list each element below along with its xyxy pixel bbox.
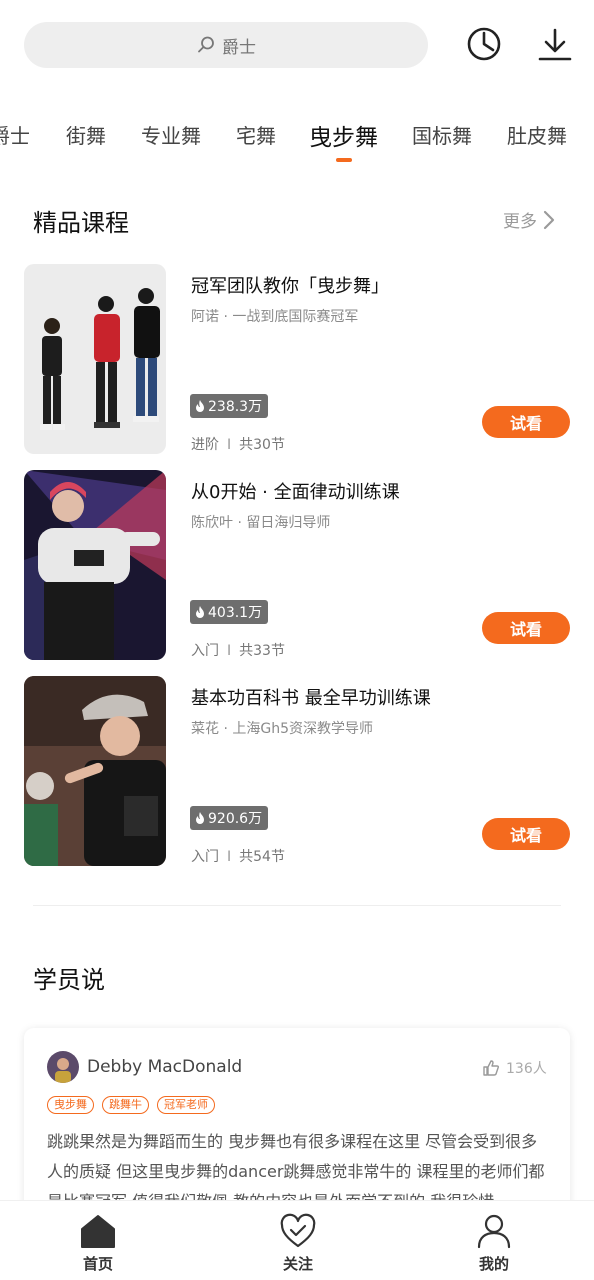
like-button[interactable]: 136人 — [482, 1058, 547, 1078]
reviewer-name[interactable]: Debby MacDonald — [87, 1057, 242, 1077]
thumbs-up-icon — [483, 1060, 500, 1076]
course-lesson-count: 共33节 — [239, 643, 285, 659]
course-level: 进阶 — [191, 437, 219, 453]
fire-icon — [196, 400, 204, 412]
download-button[interactable] — [535, 24, 575, 64]
course-lesson-count: 共54节 — [239, 849, 285, 865]
more-label: 更多 — [503, 212, 537, 232]
download-icon — [538, 28, 572, 61]
tab-jazz[interactable]: 爵士 — [0, 120, 30, 149]
course-meta: 进阶 I 共30节 — [191, 434, 285, 454]
popularity-count: 238.3万 — [208, 399, 263, 415]
course-teacher: 陈欣叶 · 留日海归导师 — [191, 515, 331, 531]
top-bar: 爵士 — [0, 0, 594, 90]
course-card[interactable]: 从0开始 · 全面律动训练课 陈欣叶 · 留日海归导师 403.1万 入门 I 共3… — [24, 470, 570, 660]
avatar[interactable] — [47, 1051, 79, 1083]
nav-me[interactable]: 我的 — [454, 1213, 534, 1274]
active-tab-indicator — [336, 158, 352, 162]
popularity-badge: 238.3万 — [190, 394, 269, 418]
premium-courses-heading: 精品课程 — [33, 209, 129, 237]
clock-icon — [467, 27, 501, 61]
tab-belly-dance[interactable]: 肚皮舞 — [507, 120, 567, 149]
more-link[interactable]: 更多 — [503, 207, 555, 232]
category-tabs: 爵士 街舞 专业舞 宅舞 曳步舞 国标舞 肚皮舞 — [0, 108, 594, 168]
history-button[interactable] — [464, 24, 504, 64]
course-thumbnail[interactable] — [24, 470, 166, 660]
tab-otaku-dance[interactable]: 宅舞 — [236, 120, 276, 149]
section-divider — [33, 905, 561, 906]
popularity-badge: 403.1万 — [190, 600, 269, 624]
course-teacher: 菜花 · 上海Gh5资深教学导师 — [191, 721, 373, 737]
nav-follow[interactable]: 关注 — [258, 1213, 338, 1274]
bottom-nav: 首页 关注 我的 — [0, 1200, 594, 1280]
search-input[interactable]: 爵士 — [24, 22, 428, 68]
course-card[interactable]: 冠军团队教你「曳步舞」 阿诺 · 一战到底国际赛冠军 238.3万 进阶 I 共30… — [24, 264, 570, 454]
fire-icon — [196, 606, 204, 618]
meta-separator: I — [227, 849, 232, 865]
home-icon — [81, 1215, 115, 1248]
heart-check-icon — [280, 1213, 316, 1248]
popularity-count: 403.1万 — [208, 605, 263, 621]
search-icon — [198, 36, 214, 53]
course-card[interactable]: 基本功百科书 最全早功训练课 菜花 · 上海Gh5资深教学导师 920.6万 入… — [24, 676, 570, 866]
course-title[interactable]: 基本功百科书 最全早功训练课 — [191, 684, 431, 710]
tab-ballroom-dance[interactable]: 国标舞 — [412, 120, 472, 149]
review-tags: 曳步舞 跳舞牛 冠军老师 — [47, 1096, 215, 1114]
nav-home-label: 首页 — [82, 1255, 113, 1273]
nav-home[interactable]: 首页 — [58, 1213, 138, 1274]
search-query: 爵士 — [222, 37, 256, 58]
student-reviews-heading: 学员说 — [33, 966, 105, 994]
review-tag: 冠军老师 — [157, 1096, 215, 1114]
preview-button[interactable]: 试看 — [482, 612, 570, 644]
popularity-badge: 920.6万 — [190, 806, 269, 830]
popularity-count: 920.6万 — [208, 811, 263, 827]
fire-icon — [196, 812, 204, 824]
preview-button[interactable]: 试看 — [482, 818, 570, 850]
course-teacher: 阿诺 · 一战到底国际赛冠军 — [191, 309, 359, 325]
course-thumbnail[interactable] — [24, 676, 166, 866]
meta-separator: I — [227, 643, 232, 659]
meta-separator: I — [227, 437, 232, 453]
course-thumbnail[interactable] — [24, 264, 166, 454]
nav-me-label: 我的 — [478, 1255, 509, 1273]
course-lesson-count: 共30节 — [239, 437, 285, 453]
tab-street-dance[interactable]: 街舞 — [66, 120, 106, 149]
course-title[interactable]: 从0开始 · 全面律动训练课 — [191, 478, 400, 504]
review-tag: 曳步舞 — [47, 1096, 94, 1114]
tab-professional-dance[interactable]: 专业舞 — [141, 120, 201, 149]
preview-button[interactable]: 试看 — [482, 406, 570, 438]
course-level: 入门 — [191, 849, 219, 865]
course-title[interactable]: 冠军团队教你「曳步舞」 — [191, 272, 389, 298]
chevron-right-icon — [543, 210, 555, 229]
review-tag: 跳舞牛 — [102, 1096, 149, 1114]
like-count: 136人 — [506, 1061, 547, 1077]
tab-shuffle-dance[interactable]: 曳步舞 — [309, 118, 378, 152]
course-meta: 入门 I 共54节 — [191, 846, 285, 866]
course-level: 入门 — [191, 643, 219, 659]
course-meta: 入门 I 共33节 — [191, 640, 285, 660]
user-icon — [477, 1214, 511, 1249]
nav-follow-label: 关注 — [282, 1255, 313, 1273]
